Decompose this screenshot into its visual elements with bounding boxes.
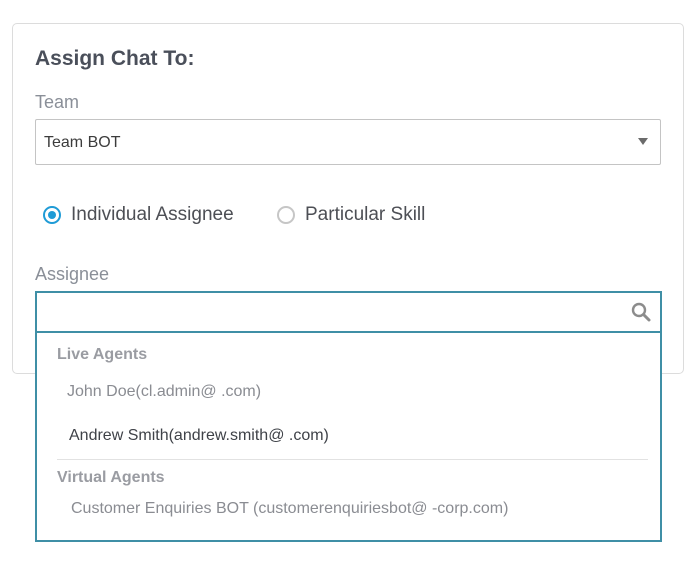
page-title: Assign Chat To: xyxy=(35,47,195,70)
assignee-search-input[interactable] xyxy=(43,299,627,327)
assignee-dropdown: Live Agents John Doe(cl.admin@ .com) And… xyxy=(35,333,662,542)
list-item[interactable]: John Doe(cl.admin@ .com) xyxy=(67,383,261,401)
team-label: Team xyxy=(35,92,80,112)
group-label-virtual-agents: Virtual Agents xyxy=(57,469,165,486)
assignee-label: Assignee xyxy=(35,264,110,284)
list-item[interactable]: Andrew Smith(andrew.smith@ .com) xyxy=(69,427,329,445)
radio-individual-assignee[interactable]: Individual Assignee xyxy=(43,204,234,226)
radio-particular-skill-control[interactable] xyxy=(277,206,295,224)
chevron-down-icon xyxy=(638,138,648,145)
team-select-value: Team BOT xyxy=(44,134,121,151)
page: Assign Chat To: Team Team BOT Individual… xyxy=(0,0,694,566)
group-divider xyxy=(57,459,648,460)
group-label-live-agents: Live Agents xyxy=(57,346,148,363)
radio-particular-skill[interactable]: Particular Skill xyxy=(277,204,425,226)
assignee-search[interactable] xyxy=(35,291,662,333)
team-select[interactable]: Team BOT xyxy=(35,119,661,165)
radio-individual-assignee-control[interactable] xyxy=(43,206,61,224)
search-icon[interactable] xyxy=(630,301,652,323)
radio-individual-assignee-label: Individual Assignee xyxy=(71,204,234,225)
list-item[interactable]: Customer Enquiries BOT (customerenquirie… xyxy=(71,500,508,518)
radio-particular-skill-label: Particular Skill xyxy=(305,204,426,225)
